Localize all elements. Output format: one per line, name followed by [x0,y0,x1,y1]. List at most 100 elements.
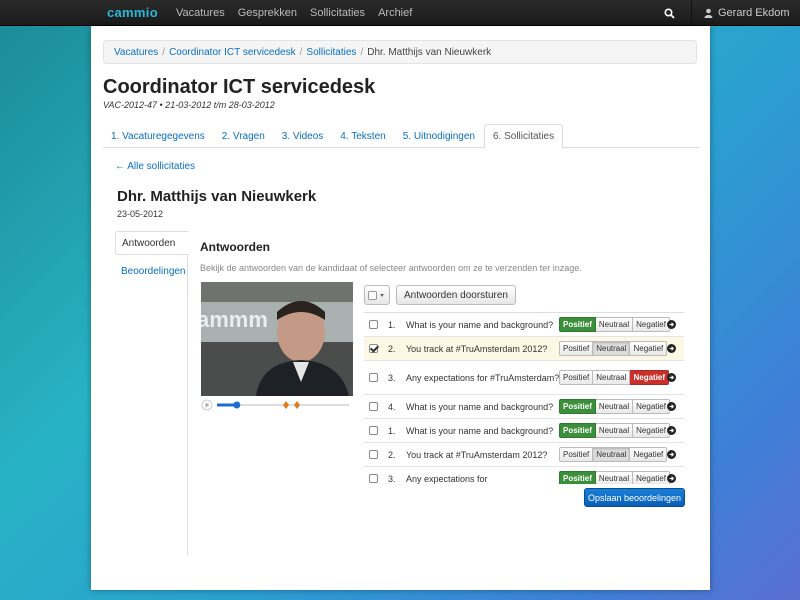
save-ratings-button[interactable]: Opslaan beoordelingen [584,488,685,507]
video-scrubber [233,401,241,409]
answer-checkbox[interactable] [369,344,378,353]
user-icon [704,8,713,18]
tab-vragen[interactable]: 2. Vragen [214,124,273,148]
rating-neutral[interactable]: Neutraal [593,370,631,385]
rating-group: Positief Neutraal Negatief [559,370,670,385]
answer-question: You track at #TruAmsterdam 2012? [406,449,548,460]
answer-row[interactable]: 4. What is your name and background? Pos… [364,395,684,419]
arrow-right-icon[interactable] [667,426,676,435]
answer-question: What is your name and background? [406,425,554,436]
arrow-right-icon[interactable] [667,402,676,411]
answer-number: 1. [388,425,396,436]
nav-sollicitaties[interactable]: Sollicitaties [310,7,365,19]
user-name: Gerard Ekdom [718,7,790,19]
video-controls [201,398,353,412]
side-tab-antwoorden[interactable]: Antwoorden [115,231,189,255]
answer-question: What is your name and background? [406,401,554,412]
rating-positive[interactable]: Positief [559,471,596,484]
breadcrumb-sollicitaties[interactable]: Sollicitaties [306,47,356,58]
rating-positive[interactable]: Positief [559,447,594,462]
arrow-right-icon[interactable] [667,474,676,483]
checkbox-dropdown-icon [368,290,384,300]
breadcrumb: Vacatures / Coordinator ICT servicedesk … [103,40,697,64]
rating-neutral[interactable]: Neutraal [595,399,634,414]
rating-group: Positief Neutraal Negatief [559,471,670,484]
user-menu[interactable]: Gerard Ekdom [692,7,800,19]
breadcrumb-vacancy[interactable]: Coordinator ICT servicedesk [169,47,296,58]
tab-bar: 1. Vacaturegegevens 2. Vragen 3. Videos … [103,124,699,149]
brand-logo[interactable]: cammio [107,5,161,20]
rating-group: Positief Neutraal Negatief [559,423,670,438]
rating-group: Positief Neutraal Negatief [559,447,668,462]
rating-group: Positief Neutraal Negatief [559,341,668,356]
rating-group: Positief Neutraal Negatief [559,317,670,332]
section-description: Bekijk de antwoorden van de kandidaat of… [200,263,582,273]
rating-negative[interactable]: Negatief [633,399,670,414]
tab-sollicitaties[interactable]: 6. Sollicitaties [483,124,564,149]
answer-checkbox[interactable] [369,373,378,382]
search-icon[interactable] [659,0,679,26]
breadcrumb-separator: / [299,46,303,58]
marker-icon [294,401,300,409]
tab-videos[interactable]: 3. Videos [274,124,332,148]
breadcrumb-separator: / [360,46,364,58]
answer-number: 2. [388,343,396,354]
answer-row[interactable]: 2. You track at #TruAmsterdam 2012? Posi… [364,337,684,361]
tab-uitnodigingen[interactable]: 5. Uitnodigingen [395,124,483,148]
back-to-applications-link[interactable]: ← Alle sollicitaties [115,161,195,172]
answer-row[interactable]: 2. You track at #TruAmsterdam 2012? Posi… [364,443,684,467]
rating-neutral[interactable]: Neutraal [595,423,634,438]
answer-number: 2. [388,449,396,460]
rating-positive[interactable]: Positief [559,317,596,332]
tab-vacaturegegevens[interactable]: 1. Vacaturegegevens [103,124,213,148]
arrow-right-icon[interactable] [667,373,676,382]
arrow-right-icon[interactable] [667,450,676,459]
rating-negative[interactable]: Negatief [630,370,670,385]
breadcrumb-separator: / [162,46,166,58]
select-all-dropdown[interactable] [364,285,390,305]
rating-negative[interactable]: Negatief [630,447,668,462]
video-player[interactable]: ammm [201,282,353,396]
nav-vacatures[interactable]: Vacatures [176,7,225,19]
page-subtitle: VAC-2012-47 • 21-03-2012 t/m 28-03-2012 [103,100,275,110]
tab-teksten[interactable]: 4. Teksten [332,124,393,148]
rating-group: Positief Neutraal Negatief [559,399,670,414]
answer-row[interactable]: 1. What is your name and background? Pos… [364,313,684,337]
rating-negative[interactable]: Negatief [633,317,670,332]
arrow-right-icon[interactable] [667,344,676,353]
rating-negative[interactable]: Negatief [630,341,668,356]
answers-toolbar: Antwoorden doorsturen [364,285,516,305]
answer-row[interactable]: 3. Any expectations for Positief Neutraal… [364,467,684,484]
answer-checkbox[interactable] [369,402,378,411]
top-navbar: cammio Vacatures Gesprekken Sollicitatie… [0,0,800,26]
rating-positive[interactable]: Positief [559,370,594,385]
nav-archief[interactable]: Archief [378,7,412,19]
rating-positive[interactable]: Positief [559,399,596,414]
rating-negative[interactable]: Negatief [633,471,670,484]
rating-neutral[interactable]: Neutraal [595,317,634,332]
side-tab-beoordelingen[interactable]: Beoordelingen [115,259,187,283]
answer-number: 3. [388,473,396,484]
rating-negative[interactable]: Negatief [633,423,670,438]
answer-checkbox[interactable] [369,426,378,435]
answer-question: Any expectations for [406,473,488,484]
side-tabs: Antwoorden Beoordelingen [115,231,189,555]
arrow-right-icon[interactable] [667,320,676,329]
answer-number: 1. [388,319,396,330]
forward-answers-button[interactable]: Antwoorden doorsturen [396,285,516,305]
page-title: Coordinator ICT servicedesk [103,76,376,98]
nav-gesprekken[interactable]: Gesprekken [238,7,297,19]
breadcrumb-vacatures[interactable]: Vacatures [114,47,158,58]
section-title: Antwoorden [200,240,270,254]
rating-neutral[interactable]: Neutraal [593,447,631,462]
answer-row[interactable]: 3. Any expectations for #TruAmsterdam? P… [364,361,684,395]
answer-row[interactable]: 1. What is your name and background? Pos… [364,419,684,443]
answer-checkbox[interactable] [369,320,378,329]
rating-positive[interactable]: Positief [559,423,596,438]
answer-checkbox[interactable] [369,450,378,459]
marker-icon [283,401,289,409]
rating-positive[interactable]: Positief [559,341,594,356]
rating-neutral[interactable]: Neutraal [595,471,634,484]
rating-neutral[interactable]: Neutraal [593,341,631,356]
answer-checkbox[interactable] [369,474,378,483]
